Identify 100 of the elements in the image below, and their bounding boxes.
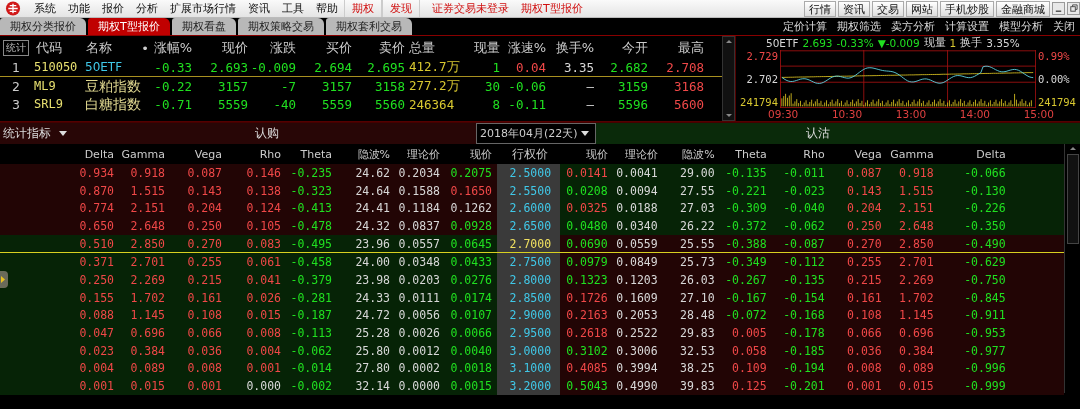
table-cell-text: -0.002 (289, 379, 332, 394)
table-cell-text: 0.161 (846, 290, 882, 305)
table-cell-text: -0.154 (782, 290, 825, 305)
tab[interactable]: 期权分类报价 (0, 18, 86, 35)
table-cell-text: 0.008 (245, 326, 281, 341)
table-cell-text: 0.384 (129, 343, 165, 358)
expiry-dropdown[interactable]: 2018年04月(22天) (476, 123, 596, 144)
menu-item[interactable]: 期权 (344, 0, 382, 17)
table-cell-text: 1 (491, 59, 500, 75)
axis-label: 2.702 (745, 73, 778, 85)
toolbar-button[interactable]: 手机炒股 (940, 0, 994, 17)
menu-item[interactable]: 系统 (28, 1, 62, 16)
put-row[interactable]: 0.0141 0.0041 29.00 -0.135 -0.011 0.087 0.918 -0.066 (559, 164, 1064, 182)
tab[interactable]: 期权策略交易 (237, 18, 324, 35)
stats-button[interactable]: 统计 (3, 40, 29, 56)
table-cell-text: 24.64 (354, 183, 390, 198)
table-cell-text: -0.977 (963, 343, 1006, 358)
menu-item[interactable]: 资讯 (242, 1, 276, 16)
expand-handle-icon[interactable] (0, 271, 8, 289)
tool-link[interactable]: 定价计算 (778, 19, 832, 34)
table-cell-text: 0.1609 (615, 290, 658, 305)
menu-item[interactable]: 帮助 (310, 1, 344, 16)
tool-link[interactable]: 计算设置 (940, 19, 994, 34)
table-cell-text: 3159 (616, 78, 648, 94)
toolbar-button[interactable]: 交易 (872, 0, 904, 17)
tab[interactable]: 期权T型报价 (88, 18, 170, 35)
table-cell-text: -0.226 (963, 201, 1006, 216)
table-cell-text: 1.515 (898, 183, 934, 198)
table-cell-text: -0.178 (782, 326, 825, 341)
toolbar-button[interactable]: 行情 (804, 0, 836, 17)
table-cell-text: 0.0040 (449, 343, 493, 358)
table-cell-text: 0.089 (129, 361, 165, 376)
column-header: Delta (975, 147, 1006, 161)
toolbar-button[interactable]: 网站 (906, 0, 938, 17)
call-row[interactable]: 0.650 2.648 0.250 0.105 -0.478 24.32 0.0837 0.0928 (0, 217, 497, 235)
table-cell-text: -0.023 (782, 183, 825, 198)
indicator-dropdown[interactable]: 统计指标 (0, 125, 70, 142)
column-header: 隐波% (681, 146, 715, 162)
tab[interactable]: 期权套利交易 (325, 18, 412, 35)
minimize-button[interactable] (1052, 2, 1065, 15)
menu-item[interactable]: 发现 (382, 0, 420, 17)
table-cell-text: 0.146 (245, 165, 281, 180)
call-row[interactable]: 0.001 0.015 0.001 0.000 -0.002 32.14 0.0000 0.0015 (0, 377, 497, 395)
table-cell-text: 0.015 (245, 308, 281, 323)
table-cell-text: 3157 (320, 78, 352, 94)
tool-link[interactable]: 期权筛选 (832, 19, 886, 34)
table-cell-text: -0.194 (782, 361, 825, 376)
table-cell-text: 25.80 (354, 343, 390, 358)
column-header: Theta (299, 147, 332, 161)
table-cell-text: -0.349 (724, 255, 767, 270)
tool-link[interactable]: 模型分析 (994, 19, 1048, 34)
tool-link[interactable]: 卖方分析 (886, 19, 940, 34)
put-row[interactable]: 0.0979 0.0849 25.73 -0.349 -0.112 0.255 2.701 -0.629 (559, 253, 1064, 272)
table-cell-text: -0.350 (963, 218, 1006, 233)
table-cell-text: 2.269 (129, 272, 165, 287)
put-row[interactable]: 0.2618 0.2522 29.83 0.005 -0.178 0.066 0.696 -0.953 (559, 324, 1064, 342)
table-cell-text: ML9 (33, 79, 57, 93)
table-cell-text: 0.041 (245, 272, 281, 287)
table-cell-text: 0.061 (245, 255, 281, 270)
table-cell-text: 3.35 (562, 59, 594, 75)
call-row[interactable]: 0.934 0.918 0.087 0.146 -0.235 24.62 0.2034 0.2075 (0, 164, 497, 182)
put-row[interactable]: 0.1323 0.1203 26.03 -0.267 -0.135 0.215 2.269 -0.750 (559, 271, 1064, 289)
table-cell-text: 26.03 (679, 272, 715, 287)
table-cell-text: 2.151 (129, 201, 165, 216)
tab[interactable]: 期权看盘 (171, 18, 236, 35)
table-cell-text: 23.96 (354, 236, 390, 251)
call-row[interactable]: 0.047 0.696 0.066 0.008 -0.113 25.28 0.0026 0.0066 (0, 324, 497, 342)
put-row[interactable]: 0.0480 0.0340 26.22 -0.372 -0.062 0.250 2.648 -0.350 (559, 217, 1064, 235)
table-cell-text: 白糖指数 (84, 95, 140, 113)
table-cell-text: -0.113 (289, 326, 332, 341)
toolbar-button[interactable]: 资讯 (838, 0, 870, 17)
scrollbar-thumb[interactable] (1066, 154, 1079, 244)
strike-cell: 2.7500 (497, 253, 560, 272)
call-row[interactable]: 0.250 2.269 0.215 0.041 -0.379 23.98 0.0203 0.0276 (0, 271, 497, 289)
put-row[interactable]: 0.5043 0.4990 39.83 0.125 -0.201 0.001 0.015 -0.999 (559, 377, 1064, 395)
toolbar-button[interactable]: 金融商城 (996, 0, 1050, 17)
table-cell-text: 2.850 (129, 236, 165, 251)
column-header: 现价 (469, 146, 493, 162)
menu-item[interactable]: 工具 (276, 1, 310, 16)
menu-item[interactable]: 扩展市场行情 (164, 1, 242, 16)
menu-item[interactable]: 功能 (62, 1, 96, 16)
menu-item[interactable]: 报价 (96, 1, 130, 16)
table-cell-text: 0.138 (245, 183, 281, 198)
call-row[interactable]: 0.774 2.151 0.204 0.124 -0.413 24.41 0.1184 0.1262 (0, 199, 497, 218)
table-cell-text: – (585, 96, 594, 112)
table-cell-text: -0.22 (153, 78, 192, 94)
strike-cell: 2.6000 (497, 199, 560, 218)
menu-item[interactable]: 分析 (130, 1, 164, 16)
tool-link[interactable]: 关闭 (1048, 19, 1080, 34)
call-row[interactable]: 0.371 2.701 0.255 0.061 -0.458 24.00 0.0348 0.0433 (0, 253, 497, 272)
table-cell-text: 2.695 (366, 59, 405, 75)
restore-button[interactable] (1067, 2, 1080, 15)
table-cell-text: 0.384 (898, 343, 934, 358)
table-cell-text: 0.0849 (615, 255, 658, 270)
column-header: Vega (193, 147, 222, 161)
table-cell-text: 0.371 (78, 255, 114, 270)
table-cell-text: 24.72 (354, 308, 390, 323)
table-cell-text: -0.413 (289, 201, 332, 216)
table-cell-text: 50ETF (84, 59, 124, 76)
put-row[interactable]: 0.0325 0.0188 27.03 -0.309 -0.040 0.204 2.151 -0.226 (559, 199, 1064, 218)
